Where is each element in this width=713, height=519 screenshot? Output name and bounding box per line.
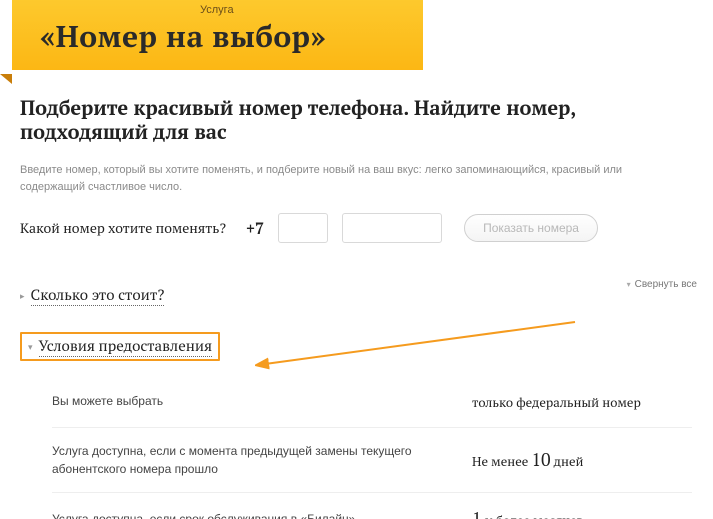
page-title: «Номер на выбор» xyxy=(40,16,395,56)
terms-row-value: Не менее 10 дней xyxy=(442,428,692,493)
hint-text: Введите номер, который вы хотите поменят… xyxy=(20,162,660,195)
table-row: Услуга доступна, если срок обслуживания … xyxy=(52,493,692,519)
terms-row-value: только федеральный номер xyxy=(442,375,692,428)
phone-number-input[interactable] xyxy=(342,213,442,243)
chevron-down-icon: ▾ xyxy=(28,341,33,353)
lead-heading: Подберите красивый номер телефона. Найди… xyxy=(20,96,695,144)
terms-row-label: Услуга доступна, если с момента предыдущ… xyxy=(52,428,442,493)
annotation-arrow-icon xyxy=(255,320,585,380)
service-category: Услуга xyxy=(200,4,395,16)
form-label: Какой номер хотите поменять? xyxy=(20,219,226,238)
table-row: Услуга доступна, если с момента предыдущ… xyxy=(52,428,692,493)
terms-row-label: Вы можете выбрать xyxy=(52,375,442,428)
terms-row-label: Услуга доступна, если срок обслуживания … xyxy=(52,493,442,519)
chevron-right-icon: ▸ xyxy=(20,290,25,302)
table-row: Вы можете выбрать только федеральный ном… xyxy=(52,375,692,428)
terms-table: Вы можете выбрать только федеральный ном… xyxy=(52,375,692,519)
phone-code-input[interactable] xyxy=(278,213,328,243)
accordion-terms[interactable]: ▾ Условия предоставления xyxy=(20,332,220,361)
terms-row-value: 1 и более месяцев xyxy=(442,493,692,519)
show-numbers-button[interactable]: Показать номера xyxy=(464,214,598,242)
phone-prefix: +7 xyxy=(246,217,264,239)
number-form: Какой номер хотите поменять? +7 Показать… xyxy=(20,213,695,243)
accordion-cost[interactable]: ▸ Сколько это стоит? xyxy=(20,279,695,312)
accordion-cost-label: Сколько это стоит? xyxy=(31,285,165,306)
accordion-terms-label: Условия предоставления xyxy=(39,336,213,357)
collapse-all-link[interactable]: Свернуть все xyxy=(627,279,697,290)
hero-banner: Услуга «Номер на выбор» xyxy=(12,0,423,70)
ribbon-tail-decor xyxy=(0,74,12,84)
